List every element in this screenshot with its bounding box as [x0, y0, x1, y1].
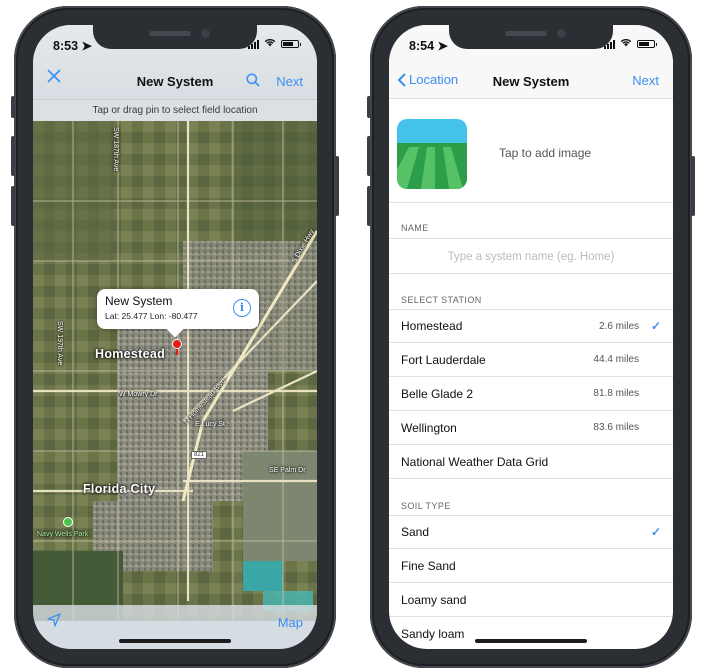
power-button	[335, 156, 339, 216]
volume-up-button	[367, 136, 371, 176]
phone-frame-right: 8:54 ➤ Location New System Next Tap to a…	[367, 6, 695, 668]
volume-down-button	[367, 186, 371, 226]
map-label-city: Florida City	[83, 482, 156, 496]
volume-down-button	[11, 186, 15, 226]
name-section-header: NAME	[401, 223, 429, 233]
nav-bar: Location New System Next	[389, 63, 673, 99]
volume-up-button	[11, 136, 15, 176]
soil-section-header: SOIL TYPE	[401, 501, 451, 511]
battery-icon	[637, 40, 657, 48]
satellite-map[interactable]: SW 187th Ave SW 197th Ave S Dixie Hwy N …	[33, 121, 317, 621]
map-label-street: SW 187th Ave	[112, 127, 119, 172]
callout-title: New System	[105, 294, 173, 308]
location-pin[interactable]	[172, 339, 182, 355]
mute-switch	[367, 96, 371, 118]
soil-type-row[interactable]: Loamy sand	[389, 583, 673, 617]
close-button[interactable]	[47, 69, 61, 83]
notch	[449, 25, 613, 49]
add-image-row[interactable]: Tap to add image	[389, 99, 673, 203]
chevron-left-icon	[397, 72, 406, 87]
location-arrow-icon	[47, 612, 61, 627]
page-title: New System	[136, 73, 214, 89]
map-label-street: SE Palm Dr	[269, 467, 306, 474]
station-row[interactable]: Homestead 2.6 miles ✓	[389, 309, 673, 343]
checkmark-icon: ✓	[650, 319, 661, 333]
back-button[interactable]: Location	[397, 72, 458, 87]
callout-coordinates: Lat: 25.477 Lon: -80.477	[105, 311, 198, 321]
power-button	[691, 156, 695, 216]
pin-callout[interactable]: New System Lat: 25.477 Lon: -80.477 i	[97, 289, 259, 329]
soil-type-row[interactable]: Fine Sand	[389, 549, 673, 583]
station-row[interactable]: Belle Glade 2 81.8 miles	[389, 377, 673, 411]
search-icon	[246, 73, 260, 87]
status-time: 8:53 ➤	[53, 39, 92, 53]
notch	[93, 25, 257, 49]
map-type-button[interactable]: Map	[278, 615, 303, 630]
map-screen: 8:53 ➤ New System Next Tap or drag pin t…	[33, 25, 317, 649]
status-time: 8:54 ➤	[409, 39, 448, 53]
map-label-street: SW 197th Ave	[56, 321, 63, 366]
add-image-label: Tap to add image	[499, 146, 592, 160]
info-icon[interactable]: i	[233, 299, 251, 317]
station-section-header: SELECT STATION	[401, 295, 482, 305]
map-label-street: E Lucy St	[195, 421, 225, 428]
home-indicator[interactable]	[119, 639, 231, 643]
field-image-thumbnail[interactable]	[397, 119, 467, 189]
battery-icon	[281, 40, 301, 48]
map-hint: Tap or drag pin to select field location	[33, 99, 317, 121]
soil-type-row[interactable]: Sandy loam	[389, 617, 673, 649]
home-indicator[interactable]	[475, 639, 587, 643]
location-arrow-icon: ➤	[81, 39, 92, 53]
next-button[interactable]: Next	[632, 73, 659, 88]
wifi-icon	[264, 38, 276, 50]
wifi-icon	[620, 38, 632, 50]
station-row[interactable]: Fort Lauderdale 44.4 miles	[389, 343, 673, 377]
checkmark-icon: ✓	[650, 525, 661, 539]
park-marker-icon	[63, 517, 73, 527]
back-label: Location	[409, 72, 459, 87]
route-shield: 821	[191, 451, 208, 459]
new-system-form-screen: 8:54 ➤ Location New System Next Tap to a…	[389, 25, 673, 649]
next-button[interactable]: Next	[276, 74, 303, 89]
map-label-street: W Mowry Dr	[119, 391, 158, 398]
search-button[interactable]	[246, 73, 260, 90]
nav-bar: New System Next	[33, 63, 317, 99]
map-label-city: Homestead	[95, 347, 166, 361]
page-title: New System	[492, 73, 570, 89]
station-row[interactable]: National Weather Data Grid	[389, 445, 673, 479]
current-location-button[interactable]	[47, 612, 61, 632]
system-name-input[interactable]: Type a system name (eg. Home)	[389, 238, 673, 274]
station-row[interactable]: Wellington 83.6 miles	[389, 411, 673, 445]
map-label-park: Navy Wells Park	[37, 531, 89, 538]
phone-frame-left: 8:53 ➤ New System Next Tap or drag pin t…	[11, 6, 339, 668]
map-imagery	[33, 121, 317, 621]
location-arrow-icon: ➤	[437, 39, 448, 53]
close-icon	[47, 69, 61, 83]
mute-switch	[11, 96, 15, 118]
soil-type-row[interactable]: Sand ✓	[389, 515, 673, 549]
